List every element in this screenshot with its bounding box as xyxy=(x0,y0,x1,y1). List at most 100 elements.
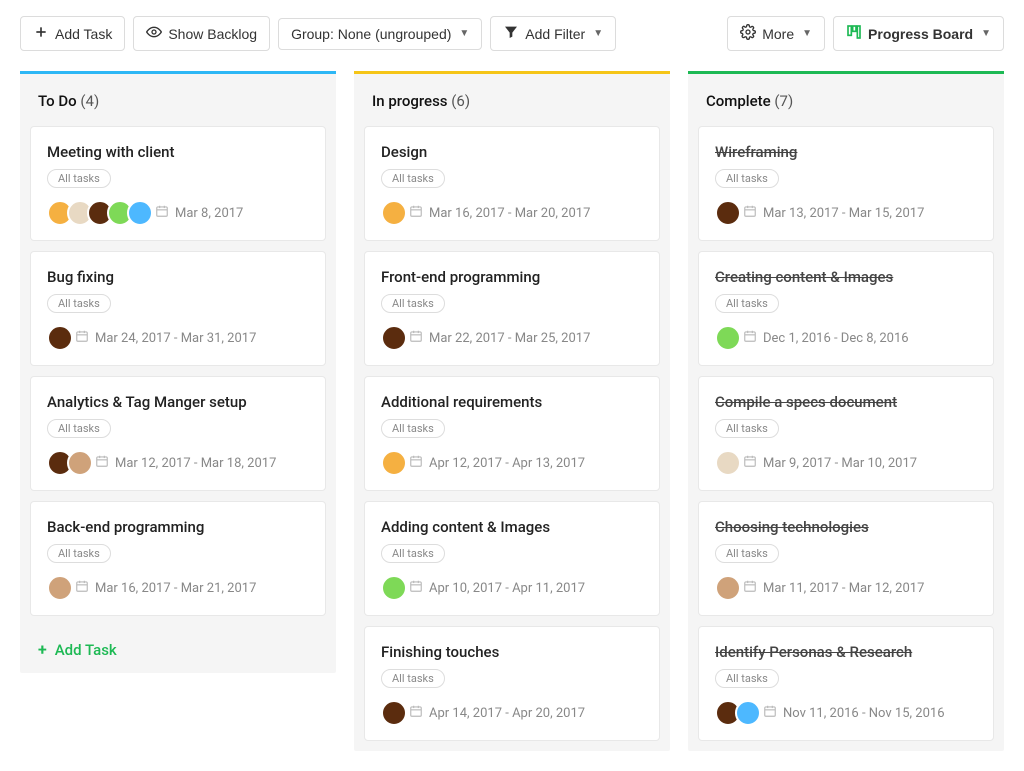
avatar-stack[interactable] xyxy=(381,450,401,476)
task-tag[interactable]: All tasks xyxy=(47,169,111,188)
task-meta: Nov 11, 2016 - Nov 15, 2016 xyxy=(715,700,977,726)
calendar-icon xyxy=(409,454,423,472)
avatar-stack[interactable] xyxy=(715,700,755,726)
task-card[interactable]: Finishing touchesAll tasksApr 14, 2017 -… xyxy=(364,626,660,741)
task-meta: Mar 8, 2017 xyxy=(47,200,309,226)
task-card[interactable]: Identify Personas & ResearchAll tasksNov… xyxy=(698,626,994,741)
task-card[interactable]: Adding content & ImagesAll tasksApr 10, … xyxy=(364,501,660,616)
task-meta: Mar 22, 2017 - Mar 25, 2017 xyxy=(381,325,643,351)
calendar-icon xyxy=(409,204,423,222)
avatar-stack[interactable] xyxy=(47,200,147,226)
avatar-stack[interactable] xyxy=(715,450,735,476)
task-card[interactable]: Choosing technologiesAll tasksMar 11, 20… xyxy=(698,501,994,616)
calendar-icon xyxy=(75,579,89,597)
task-meta: Mar 13, 2017 - Mar 15, 2017 xyxy=(715,200,977,226)
task-meta: Apr 14, 2017 - Apr 20, 2017 xyxy=(381,700,643,726)
calendar-icon xyxy=(743,579,757,597)
more-label: More xyxy=(762,26,794,42)
task-title: Bug fixing xyxy=(47,268,309,286)
task-card[interactable]: Creating content & ImagesAll tasksDec 1,… xyxy=(698,251,994,366)
show-backlog-button[interactable]: Show Backlog xyxy=(133,16,270,51)
task-card[interactable]: Back-end programmingAll tasksMar 16, 201… xyxy=(30,501,326,616)
add-filter-button[interactable]: Add Filter ▼ xyxy=(490,16,616,51)
task-card[interactable]: WireframingAll tasksMar 13, 2017 - Mar 1… xyxy=(698,126,994,241)
task-tag[interactable]: All tasks xyxy=(381,419,445,438)
task-date-text: Apr 12, 2017 - Apr 13, 2017 xyxy=(429,456,585,471)
avatar[interactable] xyxy=(47,325,73,351)
avatar[interactable] xyxy=(381,325,407,351)
task-tag[interactable]: All tasks xyxy=(715,169,779,188)
task-date-text: Dec 1, 2016 - Dec 8, 2016 xyxy=(763,331,909,346)
kanban-column: Complete (7)WireframingAll tasksMar 13, … xyxy=(688,71,1004,751)
task-meta: Mar 16, 2017 - Mar 20, 2017 xyxy=(381,200,643,226)
task-date-text: Mar 22, 2017 - Mar 25, 2017 xyxy=(429,331,590,346)
task-card[interactable]: Compile a specs documentAll tasksMar 9, … xyxy=(698,376,994,491)
avatar[interactable] xyxy=(715,200,741,226)
task-tag[interactable]: All tasks xyxy=(47,544,111,563)
group-button[interactable]: Group: None (ungrouped) ▼ xyxy=(278,18,482,50)
avatar[interactable] xyxy=(715,450,741,476)
avatar-stack[interactable] xyxy=(715,200,735,226)
avatar-stack[interactable] xyxy=(715,325,735,351)
task-tag[interactable]: All tasks xyxy=(381,544,445,563)
task-tag[interactable]: All tasks xyxy=(47,419,111,438)
task-card[interactable]: Additional requirementsAll tasksApr 12, … xyxy=(364,376,660,491)
gear-icon xyxy=(740,24,756,43)
calendar-icon xyxy=(763,704,777,722)
task-meta: Dec 1, 2016 - Dec 8, 2016 xyxy=(715,325,977,351)
avatar[interactable] xyxy=(381,575,407,601)
task-date: Mar 16, 2017 - Mar 20, 2017 xyxy=(409,204,590,222)
task-tag[interactable]: All tasks xyxy=(47,294,111,313)
task-tag[interactable]: All tasks xyxy=(381,294,445,313)
avatar[interactable] xyxy=(67,450,93,476)
avatar-stack[interactable] xyxy=(381,700,401,726)
task-title: Choosing technologies xyxy=(715,518,977,536)
task-date: Nov 11, 2016 - Nov 15, 2016 xyxy=(763,704,945,722)
calendar-icon xyxy=(409,579,423,597)
avatar[interactable] xyxy=(47,575,73,601)
task-date-text: Nov 11, 2016 - Nov 15, 2016 xyxy=(783,706,945,721)
task-tag[interactable]: All tasks xyxy=(715,544,779,563)
avatar-stack[interactable] xyxy=(47,575,67,601)
column-header[interactable]: Complete (7) xyxy=(688,74,1004,126)
avatar[interactable] xyxy=(381,450,407,476)
task-meta: Mar 12, 2017 - Mar 18, 2017 xyxy=(47,450,309,476)
task-date-text: Mar 16, 2017 - Mar 20, 2017 xyxy=(429,206,590,221)
avatar[interactable] xyxy=(715,575,741,601)
column-add-task[interactable]: +Add Task xyxy=(20,626,135,673)
column-header[interactable]: In progress (6) xyxy=(354,74,670,126)
task-tag[interactable]: All tasks xyxy=(381,169,445,188)
task-meta: Mar 24, 2017 - Mar 31, 2017 xyxy=(47,325,309,351)
avatar[interactable] xyxy=(381,700,407,726)
more-button[interactable]: More ▼ xyxy=(727,16,825,51)
avatar-stack[interactable] xyxy=(381,325,401,351)
task-tag[interactable]: All tasks xyxy=(381,669,445,688)
group-label: Group: None (ungrouped) xyxy=(291,26,451,42)
task-card[interactable]: Design All tasks Mar 16, 2017 - Mar 20, 20… xyxy=(364,126,660,241)
calendar-icon xyxy=(743,204,757,222)
task-card[interactable]: Bug fixing All tasks Mar 24, 2017 - Mar 31… xyxy=(30,251,326,366)
progress-board-button[interactable]: Progress Board ▼ xyxy=(833,16,1004,51)
task-card[interactable]: Meeting with clientAll tasksMar 8, 2017 xyxy=(30,126,326,241)
avatar[interactable] xyxy=(127,200,153,226)
task-card[interactable]: Front-end programmingAll tasksMar 22, 20… xyxy=(364,251,660,366)
task-tag[interactable]: All tasks xyxy=(715,669,779,688)
plus-icon xyxy=(33,24,49,43)
avatar-stack[interactable] xyxy=(381,575,401,601)
avatar[interactable] xyxy=(715,325,741,351)
task-tag[interactable]: All tasks xyxy=(715,419,779,438)
avatar-stack[interactable] xyxy=(47,450,87,476)
task-title: Design xyxy=(381,143,643,161)
task-meta: Mar 9, 2017 - Mar 10, 2017 xyxy=(715,450,977,476)
task-tag[interactable]: All tasks xyxy=(715,294,779,313)
avatar-stack[interactable] xyxy=(381,200,401,226)
task-title: Back-end programming xyxy=(47,518,309,536)
task-date: Mar 24, 2017 - Mar 31, 2017 xyxy=(75,329,256,347)
avatar-stack[interactable] xyxy=(715,575,735,601)
avatar-stack[interactable] xyxy=(47,325,67,351)
avatar[interactable] xyxy=(735,700,761,726)
add-task-button[interactable]: Add Task xyxy=(20,16,125,51)
column-header[interactable]: To Do (4) xyxy=(20,74,336,126)
avatar[interactable] xyxy=(381,200,407,226)
task-card[interactable]: Analytics & Tag Manger setupAll tasksMar… xyxy=(30,376,326,491)
